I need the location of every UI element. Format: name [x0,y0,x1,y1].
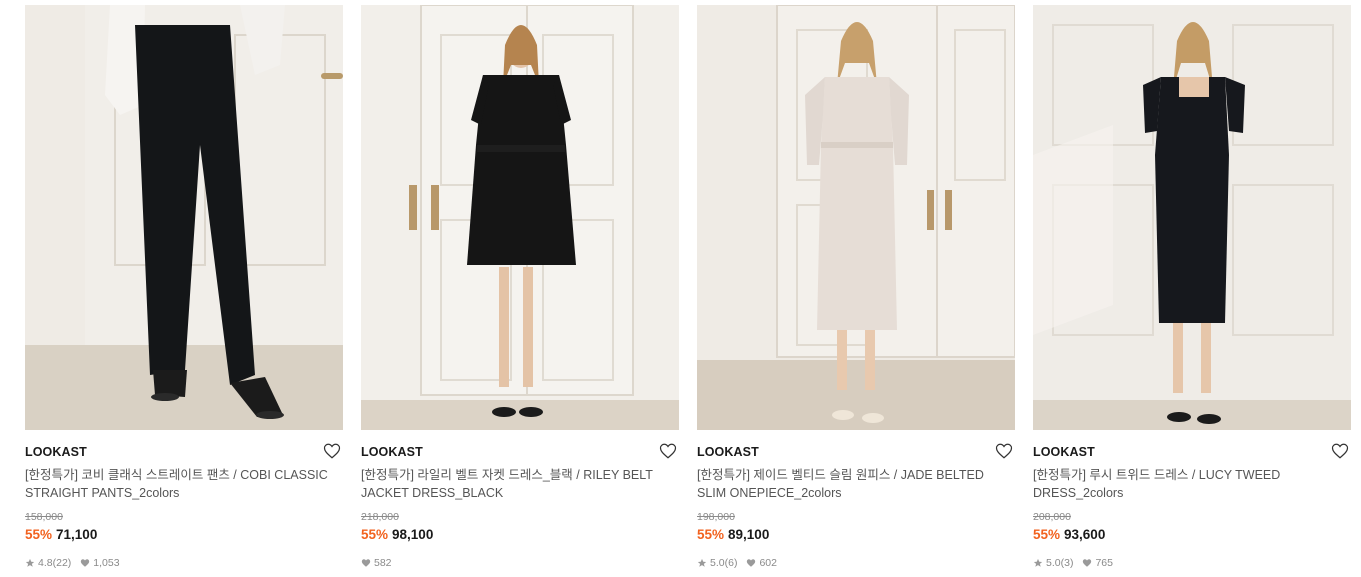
likes-group: 765 [1082,557,1113,569]
product-card[interactable]: LOOKAST [한정특가] 코비 클래식 스트레이트 팬츠 / COBI CL… [25,5,343,577]
discount-rate: 55% [361,527,389,542]
like-count: 765 [1095,557,1113,569]
likes-group: 602 [746,557,777,569]
rating-group: 4.8 (22) [25,557,71,569]
brand-row: LOOKAST [361,442,679,462]
heart-filled-icon [80,558,90,568]
heart-outline-icon[interactable] [995,442,1013,460]
review-count: (6) [724,557,738,569]
brand-row: LOOKAST [25,442,343,462]
original-price: 158,000 [25,511,63,523]
product-image[interactable] [361,5,679,430]
heart-filled-icon [746,558,756,568]
heart-outline-icon[interactable] [1331,442,1349,460]
brand-row: LOOKAST [1033,442,1351,462]
price-row: 55% 98,100 [361,527,433,542]
product-name[interactable]: [한정특가] 제이드 벨티드 슬림 원피스 / JADE BELTED SLIM… [697,466,1015,502]
like-count: 602 [759,557,777,569]
product-meta: 5.0 (6) 602 [697,557,786,569]
like-count: 1,053 [93,557,120,569]
product-name[interactable]: [한정특가] 라일리 벨트 자켓 드레스_블랙 / RILEY BELT JAC… [361,466,679,502]
original-price: 198,000 [697,511,735,523]
likes-group: 582 [361,557,392,569]
brand-row: LOOKAST [697,442,1015,462]
rating-group: 5.0 (3) [1033,557,1073,569]
product-name[interactable]: [한정특가] 루시 트위드 드레스 / LUCY TWEED DRESS_2co… [1033,466,1351,502]
rating-value: 5.0 [710,557,725,569]
review-count: (3) [1060,557,1074,569]
like-count: 582 [374,557,392,569]
product-image[interactable] [1033,5,1351,430]
star-icon [697,558,707,568]
sale-price: 93,600 [1064,527,1106,542]
price-row: 55% 71,100 [25,527,97,542]
discount-rate: 55% [1033,527,1061,542]
rating-group: 5.0 (6) [697,557,737,569]
product-image[interactable] [697,5,1015,430]
product-name[interactable]: [한정특가] 코비 클래식 스트레이트 팬츠 / COBI CLASSIC ST… [25,466,343,502]
review-count: (22) [52,557,72,569]
heart-outline-icon[interactable] [323,442,341,460]
rating-value: 4.8 [38,557,53,569]
sale-price: 71,100 [56,527,98,542]
sale-price: 98,100 [392,527,434,542]
price-row: 55% 89,100 [697,527,769,542]
heart-outline-icon[interactable] [659,442,677,460]
product-meta: 4.8 (22) 1,053 [25,557,129,569]
sale-price: 89,100 [728,527,770,542]
star-icon [1033,558,1043,568]
heart-filled-icon [1082,558,1092,568]
original-price: 218,000 [361,511,399,523]
product-meta: 582 [361,557,401,569]
product-image[interactable] [25,5,343,430]
product-grid: LOOKAST [한정특가] 코비 클래식 스트레이트 팬츠 / COBI CL… [25,5,1351,577]
product-meta: 5.0 (3) 765 [1033,557,1122,569]
product-card[interactable]: LOOKAST [한정특가] 제이드 벨티드 슬림 원피스 / JADE BEL… [697,5,1015,577]
product-card[interactable]: LOOKAST [한정특가] 루시 트위드 드레스 / LUCY TWEED D… [1033,5,1351,577]
brand-name[interactable]: LOOKAST [25,445,87,459]
discount-rate: 55% [25,527,53,542]
brand-name[interactable]: LOOKAST [1033,445,1095,459]
likes-group: 1,053 [80,557,120,569]
brand-name[interactable]: LOOKAST [697,445,759,459]
product-card[interactable]: LOOKAST [한정특가] 라일리 벨트 자켓 드레스_블랙 / RILEY … [361,5,679,577]
heart-filled-icon [361,558,371,568]
original-price: 208,000 [1033,511,1071,523]
star-icon [25,558,35,568]
brand-name[interactable]: LOOKAST [361,445,423,459]
price-row: 55% 93,600 [1033,527,1105,542]
rating-value: 5.0 [1046,557,1061,569]
discount-rate: 55% [697,527,725,542]
